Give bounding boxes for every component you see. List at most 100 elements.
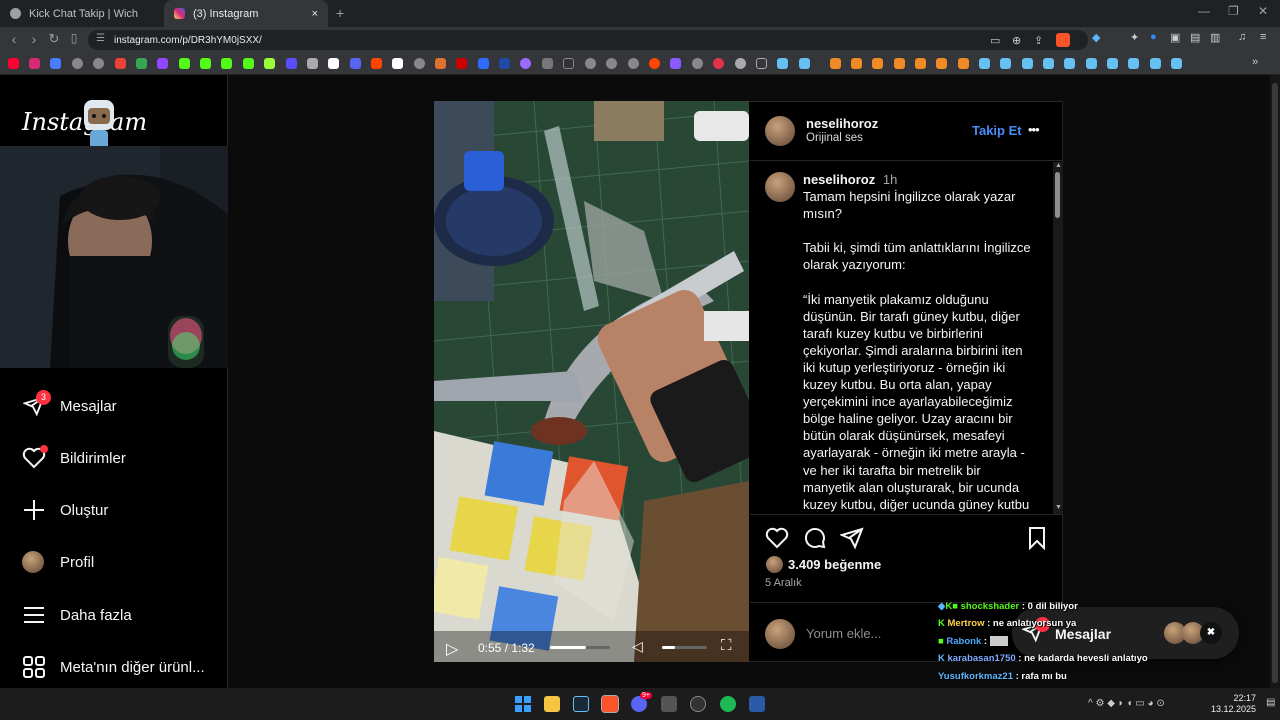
menu-icon[interactable]: ≡ <box>1260 31 1266 43</box>
discord-icon[interactable] <box>350 58 361 69</box>
more-options-icon[interactable]: ••• <box>1028 122 1040 137</box>
gmail-icon[interactable] <box>115 58 126 69</box>
steam-icon[interactable] <box>979 58 990 69</box>
steam-icon[interactable] <box>799 58 810 69</box>
instagram-icon[interactable] <box>29 58 40 69</box>
comment-icon[interactable] <box>803 526 827 550</box>
comment-input[interactable]: Yorum ekle... <box>806 626 881 641</box>
bookmark-icon[interactable] <box>307 58 318 69</box>
bookmark-icon[interactable] <box>478 58 489 69</box>
bookmark-icon[interactable] <box>735 58 746 69</box>
bookmark-icon[interactable] <box>286 58 297 69</box>
nav-notifications[interactable]: Bildirimler <box>22 446 126 470</box>
bookmark-icon[interactable] <box>456 58 467 69</box>
steam-icon[interactable] <box>1128 58 1139 69</box>
steam-icon[interactable] <box>1043 58 1054 69</box>
extension-icon[interactable]: ◆ <box>1092 31 1100 44</box>
likes-count[interactable]: 3.409 beğenme <box>788 557 881 572</box>
spotify-icon[interactable] <box>720 696 736 712</box>
save-bookmark-icon[interactable] <box>1025 526 1049 550</box>
follow-button[interactable]: Takip Et <box>972 123 1022 138</box>
twitch-icon[interactable] <box>157 58 168 69</box>
bookmark-icon[interactable] <box>520 58 531 69</box>
nav-profile[interactable]: Profil <box>22 551 94 573</box>
zoom-icon[interactable]: ⊕ <box>1012 34 1021 47</box>
media-icon[interactable]: ♫ <box>1238 31 1246 43</box>
site-settings-icon[interactable]: ☰ <box>96 33 105 44</box>
extension-icon[interactable]: ✦ <box>1130 31 1139 44</box>
reddit-icon[interactable] <box>649 58 660 69</box>
like-heart-icon[interactable] <box>765 526 789 550</box>
kick-icon[interactable] <box>243 58 254 69</box>
bookmark-icon[interactable] <box>872 58 883 69</box>
comment-username[interactable]: neselihoroz <box>803 172 875 187</box>
steam-icon[interactable] <box>777 58 788 69</box>
sidebar-icon[interactable]: ▤ <box>1190 31 1200 44</box>
avatar[interactable] <box>765 116 795 146</box>
bookmark-icon[interactable] <box>830 58 841 69</box>
nav-more[interactable]: Daha fazla <box>22 603 132 627</box>
steam-icon[interactable] <box>1022 58 1033 69</box>
volume-icon[interactable]: ◁ <box>632 638 643 655</box>
steam-icon[interactable] <box>1150 58 1161 69</box>
bookmark-icon[interactable] <box>936 58 947 69</box>
bookmark-icon[interactable] <box>713 58 724 69</box>
brave-shields-icon[interactable] <box>1056 33 1070 47</box>
globe-icon[interactable] <box>414 58 425 69</box>
globe-icon[interactable] <box>692 58 703 69</box>
bookmark-icon[interactable] <box>851 58 862 69</box>
post-username[interactable]: neselihoroz <box>806 116 878 131</box>
video-progress-bar[interactable] <box>550 646 610 649</box>
globe-icon[interactable] <box>606 58 617 69</box>
notifications-icon[interactable]: ▤ <box>1266 697 1275 708</box>
steam-icon[interactable] <box>1064 58 1075 69</box>
brave-browser-icon[interactable] <box>601 695 619 713</box>
close-tab-icon[interactable]: × <box>312 8 318 20</box>
new-tab-button[interactable]: + <box>336 5 344 21</box>
app-icon[interactable] <box>749 696 765 712</box>
obs-icon[interactable] <box>690 696 706 712</box>
app-icon[interactable] <box>661 696 677 712</box>
drive-icon[interactable] <box>136 58 147 69</box>
audio-label[interactable]: Orijinal ses <box>806 132 863 144</box>
forward-icon[interactable]: › <box>25 31 43 47</box>
globe-icon[interactable] <box>93 58 104 69</box>
nav-create[interactable]: Oluştur <box>22 498 108 522</box>
bookmark-icon[interactable] <box>542 58 553 69</box>
bookmark-icon[interactable] <box>958 58 969 69</box>
bookmark-icon[interactable] <box>392 58 403 69</box>
page-scrollbar[interactable] <box>1270 75 1280 688</box>
bookmark-icon[interactable] <box>894 58 905 69</box>
globe-icon[interactable] <box>628 58 639 69</box>
x-icon[interactable] <box>328 58 339 69</box>
bookmark-icon[interactable] <box>499 58 510 69</box>
steam-icon[interactable] <box>1171 58 1182 69</box>
windows-start-icon[interactable] <box>515 696 531 712</box>
bookmark-icon[interactable] <box>264 58 275 69</box>
fullscreen-icon[interactable]: ⛶ <box>721 637 732 654</box>
bookmark-icon[interactable] <box>915 58 926 69</box>
reload-icon[interactable]: ↻ <box>45 31 63 47</box>
share-icon[interactable]: ⇪ <box>1034 34 1043 47</box>
kick-icon[interactable] <box>221 58 232 69</box>
steam-icon[interactable] <box>573 696 589 712</box>
more-bookmarks-icon[interactable]: » <box>1252 56 1258 68</box>
caption-scrollbar[interactable] <box>1053 162 1063 514</box>
nav-meta-products[interactable]: Meta'nın diğer ürünl... <box>22 655 205 679</box>
volume-slider[interactable] <box>662 646 707 649</box>
steam-icon[interactable] <box>1107 58 1118 69</box>
tab-kick-chat[interactable]: Kick Chat Takip | Wich <box>0 0 164 27</box>
minimize-icon[interactable]: — <box>1198 4 1210 18</box>
youtube-icon[interactable] <box>8 58 19 69</box>
scroll-up-icon[interactable]: ▲ <box>1055 162 1062 169</box>
steam-icon[interactable] <box>1086 58 1097 69</box>
extension-icon[interactable]: ● <box>1150 31 1157 43</box>
bookmark-icon[interactable]: ▯ <box>65 31 83 45</box>
reddit-icon[interactable] <box>371 58 382 69</box>
globe-icon[interactable] <box>72 58 83 69</box>
scroll-down-icon[interactable]: ▼ <box>1055 504 1062 511</box>
folder-icon[interactable] <box>756 58 767 69</box>
bookmark-icon[interactable] <box>50 58 61 69</box>
bookmark-icon[interactable] <box>563 58 574 69</box>
bookmark-icon[interactable] <box>670 58 681 69</box>
